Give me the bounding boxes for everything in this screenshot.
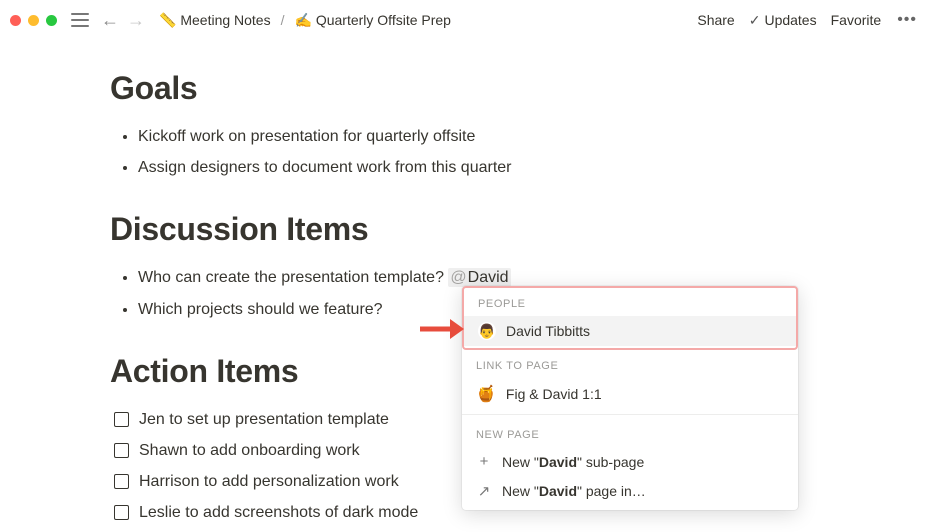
text-frag: New " (502, 454, 539, 470)
checkbox-icon[interactable] (114, 474, 129, 489)
updates-label: Updates (764, 12, 816, 28)
text-bold: David (539, 454, 577, 470)
popup-new-subpage[interactable]: + New "David" sub-page (462, 447, 798, 476)
mention-popup: PEOPLE 👨 David Tibbitts LINK TO PAGE 🍯 F… (462, 286, 798, 510)
page-emoji-icon: 🍯 (476, 384, 496, 404)
topbar: ← → 📏 Meeting Notes / ✍️ Quarterly Offsi… (0, 0, 927, 40)
check-icon: ✓ (749, 12, 761, 29)
popup-link-item[interactable]: 🍯 Fig & David 1:1 (462, 378, 798, 410)
popup-person-name: David Tibbitts (506, 323, 590, 339)
popup-person-item[interactable]: 👨 David Tibbitts (464, 316, 796, 346)
popup-divider (462, 414, 798, 415)
checkbox-icon[interactable] (114, 412, 129, 427)
breadcrumb-parent[interactable]: 📏 Meeting Notes (155, 10, 275, 31)
at-icon: @ (450, 269, 466, 286)
text-frag: New " (502, 483, 539, 499)
plus-icon: + (476, 453, 492, 470)
check-item-label: Harrison to add personalization work (139, 468, 399, 495)
nav-back-icon[interactable]: ← (97, 8, 123, 33)
zoom-window-icon[interactable] (46, 15, 57, 26)
popup-link-label: LINK TO PAGE (462, 350, 798, 378)
nav-forward-icon[interactable]: → (123, 8, 149, 33)
list-item[interactable]: Kickoff work on presentation for quarter… (138, 123, 817, 150)
popup-new-page-in[interactable]: ↗ New "David" page in… (462, 476, 798, 506)
breadcrumb: 📏 Meeting Notes / ✍️ Quarterly Offsite P… (155, 10, 455, 31)
breadcrumb-parent-label: Meeting Notes (180, 12, 270, 28)
check-item-label: Leslie to add screenshots of dark mode (139, 499, 418, 526)
updates-button[interactable]: ✓ Updates (749, 12, 817, 29)
close-window-icon[interactable] (10, 15, 21, 26)
heading-discussion: Discussion Items (110, 211, 817, 248)
popup-newpage-label: NEW PAGE (462, 419, 798, 447)
avatar-icon: 👨 (478, 322, 496, 340)
popup-people-label: PEOPLE (464, 288, 796, 316)
text-frag: " page in… (577, 483, 646, 499)
popup-new-subpage-text: New "David" sub-page (502, 454, 644, 470)
breadcrumb-parent-icon: 📏 (159, 12, 176, 28)
checkbox-icon[interactable] (114, 505, 129, 520)
text-bold: David (539, 483, 577, 499)
goals-list: Kickoff work on presentation for quarter… (110, 123, 817, 181)
mention-text: David (468, 269, 509, 286)
text-frag: " sub-page (577, 454, 644, 470)
share-button[interactable]: Share (697, 12, 734, 28)
check-item-label: Shawn to add onboarding work (139, 437, 360, 464)
popup-new-pagein-text: New "David" page in… (502, 483, 646, 499)
breadcrumb-current-icon: ✍️ (295, 12, 312, 28)
list-item[interactable]: Assign designers to document work from t… (138, 154, 817, 181)
minimize-window-icon[interactable] (28, 15, 39, 26)
mention-chip[interactable]: @David (448, 268, 510, 287)
breadcrumb-current[interactable]: ✍️ Quarterly Offsite Prep (291, 10, 455, 31)
topbar-actions: Share ✓ Updates Favorite ••• (697, 11, 917, 29)
sidebar-toggle-icon[interactable] (71, 13, 89, 27)
people-highlight: PEOPLE 👨 David Tibbitts (462, 286, 798, 350)
window-controls (10, 15, 57, 26)
breadcrumb-separator: / (281, 12, 285, 28)
popup-link-text: Fig & David 1:1 (506, 386, 602, 402)
favorite-button[interactable]: Favorite (831, 12, 882, 28)
check-item-label: Jen to set up presentation template (139, 406, 389, 433)
breadcrumb-current-label: Quarterly Offsite Prep (316, 12, 451, 28)
more-options-icon[interactable]: ••• (897, 11, 917, 29)
open-arrow-icon: ↗ (476, 482, 492, 500)
checkbox-icon[interactable] (114, 443, 129, 458)
discussion-item-text: Who can create the presentation template… (138, 269, 448, 286)
heading-goals: Goals (110, 70, 817, 107)
